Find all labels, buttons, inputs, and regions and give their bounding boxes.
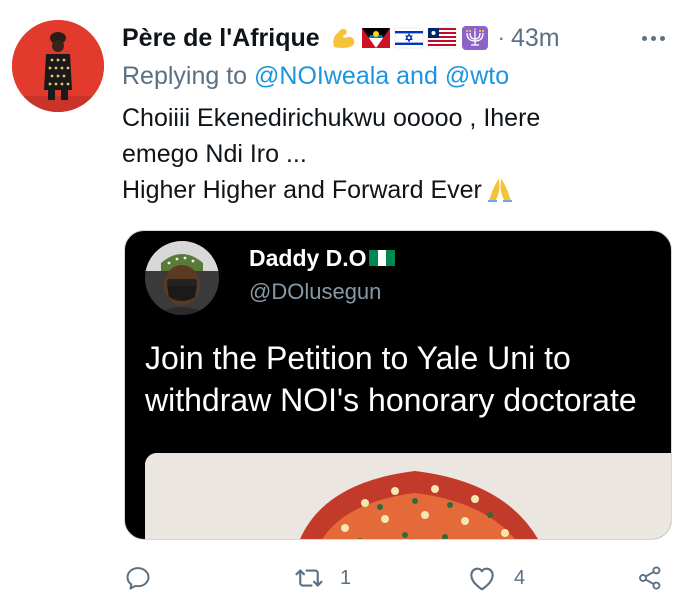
- tweet-text-line: Higher Higher and Forward Ever: [122, 176, 482, 204]
- quoted-text: Join the Petition to Yale Uni to withdra…: [145, 337, 637, 421]
- nigeria-flag-emoji: [368, 248, 395, 268]
- quoted-avatar: [145, 241, 219, 315]
- tweet-timestamp[interactable]: 43m: [511, 24, 560, 53]
- retweet-icon: [295, 569, 323, 587]
- menorah-emoji: [460, 25, 490, 51]
- tweet-text-line-3: Higher Higher and Forward Ever: [122, 172, 662, 208]
- quoted-handle: @DOlusegun: [249, 279, 382, 304]
- mention-link-noiweala[interactable]: @NOIweala: [254, 62, 389, 90]
- tweet-text-line: Choiiii Ekenedirichukwu ooooo , Ihere: [122, 104, 541, 132]
- like-count: 4: [514, 566, 526, 589]
- antigua-barbuda-flag-emoji: [361, 25, 391, 51]
- quoted-photo: [145, 453, 671, 539]
- reply-icon: [126, 567, 150, 590]
- folded-hands-emoji: [486, 176, 514, 202]
- replying-to: Replying to @NOIweala and @wto: [122, 62, 509, 91]
- like-icon: [470, 567, 494, 591]
- quoted-name: Daddy D.O: [249, 245, 395, 272]
- replying-prefix: Replying to: [122, 62, 248, 90]
- tweet-text-line: emego Ndi Iro ...: [122, 140, 307, 168]
- more-options-icon[interactable]: [636, 26, 670, 50]
- retweet-count: 1: [340, 566, 352, 589]
- quoted-name-text: Daddy D.O: [249, 245, 367, 271]
- tweet-media-image[interactable]: Daddy D.O @DOlusegun Join the Petition t…: [124, 230, 672, 540]
- liberia-flag-emoji: [427, 25, 457, 51]
- israel-flag-emoji: [394, 25, 424, 51]
- quoted-text-line: Join the Petition to Yale Uni to: [145, 340, 571, 376]
- author-avatar[interactable]: [12, 20, 104, 112]
- like-button[interactable]: 4: [466, 562, 525, 594]
- tweet-text: Choiiii Ekenedirichukwu ooooo , Ihere em…: [122, 100, 662, 208]
- quoted-text-line: withdraw NOI's honorary doctorate: [145, 382, 637, 418]
- replying-conjunction: and: [396, 62, 438, 90]
- tweet-actions: 1 4: [122, 562, 682, 594]
- mention-link-wto[interactable]: @wto: [445, 62, 509, 90]
- flexed-biceps-emoji: [328, 25, 358, 51]
- author-name[interactable]: Père de l'Afrique: [122, 24, 320, 53]
- share-icon: [639, 566, 661, 590]
- name-emojis: [328, 25, 490, 51]
- tweet-header: Père de l'Afrique · 43m: [122, 20, 670, 56]
- author-avatar-image: [12, 20, 104, 112]
- reply-button[interactable]: [124, 562, 168, 594]
- retweet-button[interactable]: 1: [294, 562, 351, 594]
- share-button[interactable]: [636, 562, 664, 594]
- separator-dot: ·: [497, 25, 505, 50]
